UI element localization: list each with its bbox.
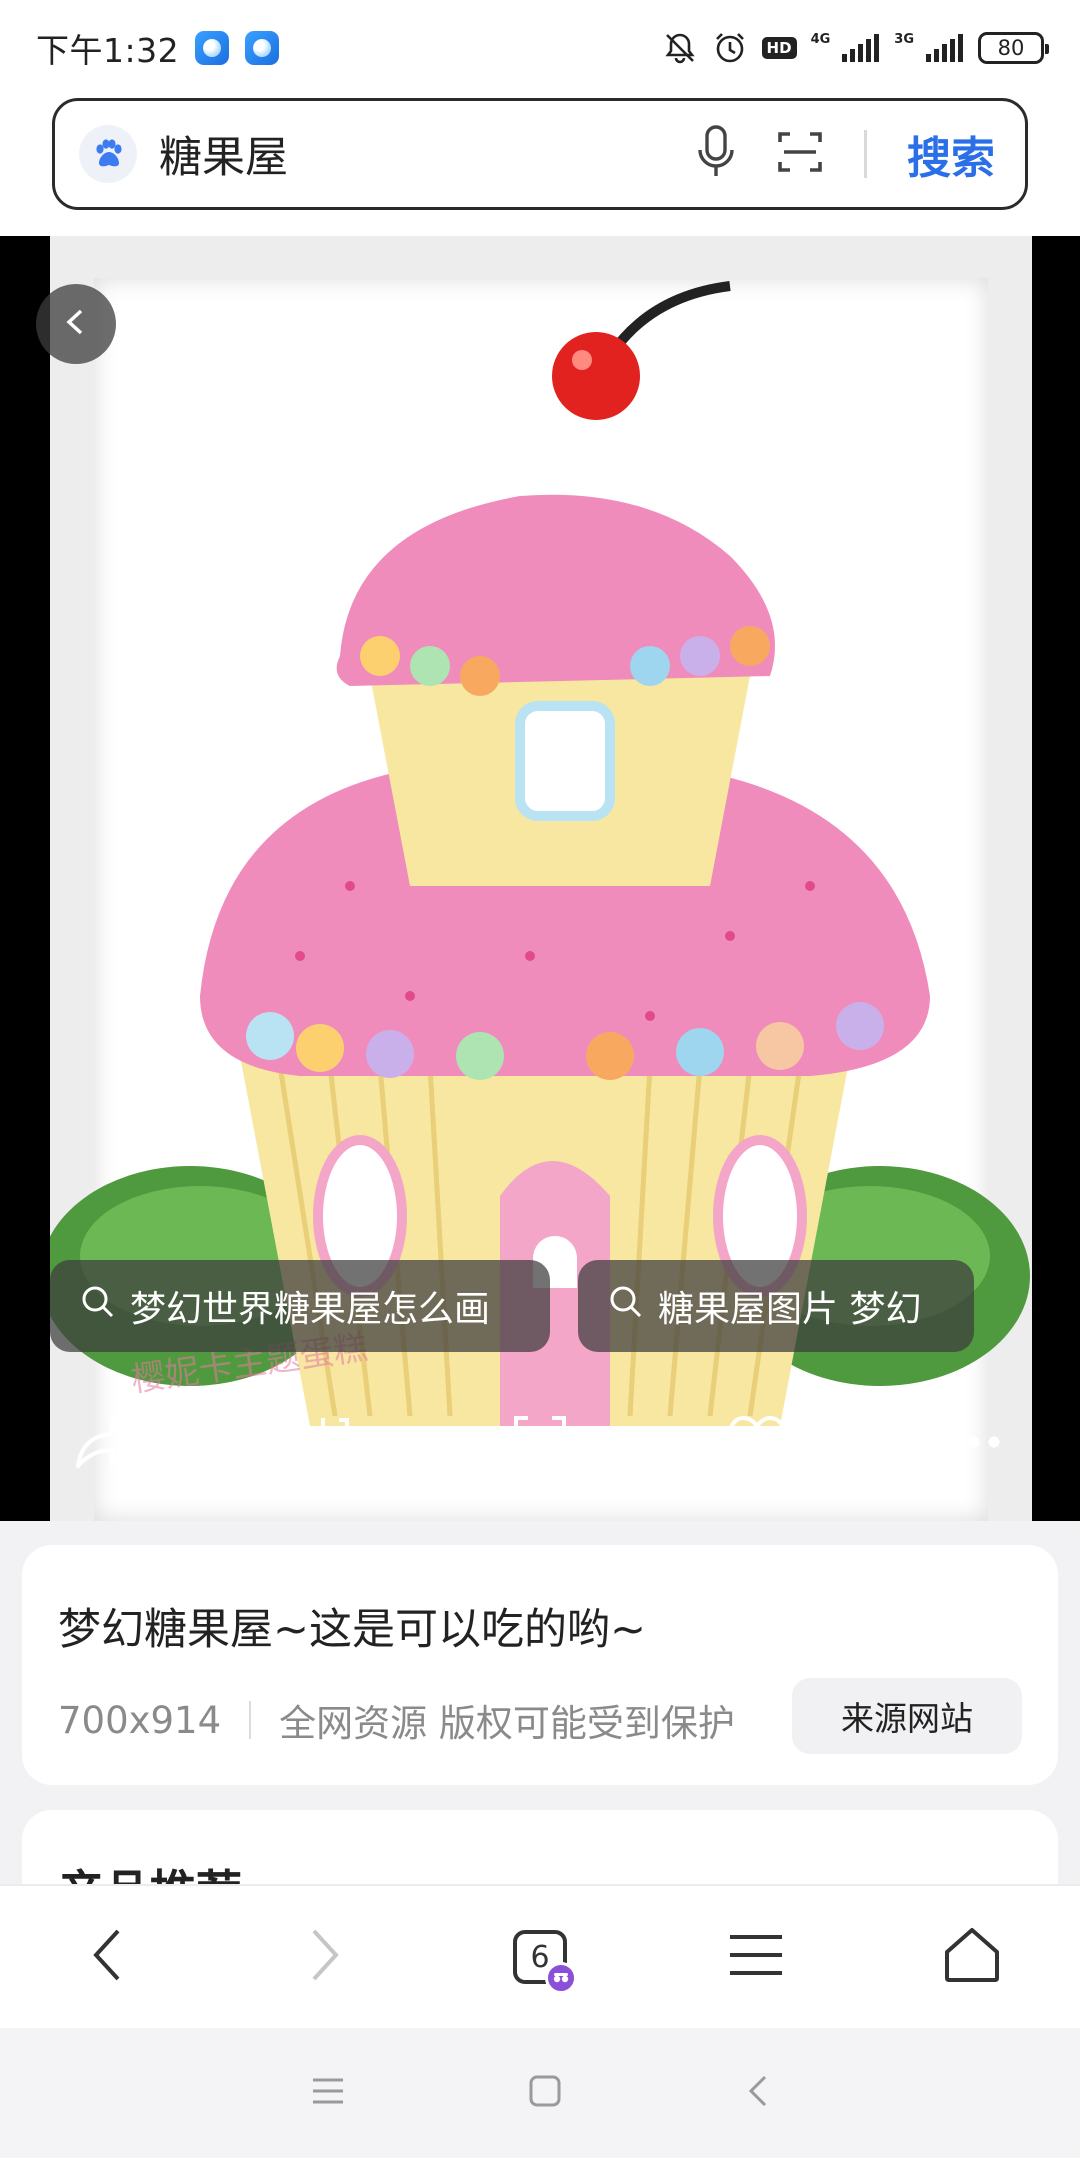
nav-forward-button[interactable]	[269, 1902, 379, 2012]
search-actions: 搜索	[696, 122, 995, 186]
chip-label: 糖果屋图片 梦幻	[658, 1289, 922, 1330]
search-header: 糖果屋 搜索	[0, 96, 1080, 236]
copyright-notice: 全网资源 版权可能受到保护	[279, 1702, 735, 1745]
image-info-card: 梦幻糖果屋~这是可以吃的哟~ 700x914 全网资源 版权可能受到保护 来源网…	[22, 1545, 1058, 1785]
image-meta: 700x914 全网资源 版权可能受到保护	[58, 1693, 735, 1747]
menu-icon	[728, 1933, 784, 1981]
image-viewer[interactable]: 樱妮卡主题蛋糕 梦幻世界糖果屋怎么画 糖果屋图片 梦幻	[0, 236, 1080, 1521]
status-bar: 下午1:32 HD 4G 3G 80	[0, 0, 1080, 96]
browser-bottom-nav: 6	[0, 1884, 1080, 2028]
home-button[interactable]	[917, 1902, 1027, 2012]
network-label-1: 4G	[810, 31, 831, 47]
battery-icon: 80	[978, 32, 1049, 64]
search-button[interactable]: 搜索	[907, 122, 995, 186]
back-chevron-icon	[59, 305, 93, 343]
download-icon[interactable]	[287, 1406, 359, 1478]
image-dimensions: 700x914	[58, 1698, 222, 1742]
hd-badge: HD	[761, 37, 797, 59]
related-search-chip[interactable]: 糖果屋图片 梦幻	[578, 1260, 974, 1352]
status-left: 下午1:32	[36, 24, 280, 72]
search-box[interactable]: 糖果屋 搜索	[52, 98, 1028, 210]
tabs-icon: 6	[513, 1930, 577, 1994]
nav-forward-icon	[304, 1927, 344, 1987]
search-icon	[80, 1284, 116, 1329]
incognito-icon	[545, 1962, 577, 1994]
image-title[interactable]: 梦幻糖果屋~这是可以吃的哟~	[58, 1595, 646, 1657]
search-icon	[608, 1284, 644, 1329]
alarm-icon	[712, 30, 748, 66]
heart-icon[interactable]	[721, 1406, 793, 1478]
visual-search-icon[interactable]	[504, 1406, 576, 1478]
system-back-icon[interactable]	[745, 2073, 769, 2113]
more-icon[interactable]	[938, 1406, 1010, 1478]
system-nav-bar	[0, 2028, 1080, 2158]
related-search-chip[interactable]: 梦幻世界糖果屋怎么画	[50, 1260, 550, 1352]
share-icon[interactable]	[70, 1406, 142, 1478]
chip-label: 梦幻世界糖果屋怎么画	[130, 1289, 491, 1330]
paw-icon[interactable]	[79, 125, 137, 183]
nav-back-icon	[88, 1927, 128, 1987]
system-home-icon[interactable]	[528, 2074, 562, 2112]
source-site-button[interactable]: 来源网站	[792, 1678, 1022, 1754]
meta-divider	[249, 1701, 252, 1739]
search-divider	[864, 130, 867, 178]
signal-icon	[840, 32, 880, 64]
tabs-button[interactable]: 6	[485, 1902, 595, 2012]
home-icon	[943, 1926, 1001, 1988]
back-button[interactable]	[36, 284, 116, 364]
related-search-chips: 梦幻世界糖果屋怎么画 糖果屋图片 梦幻	[50, 1260, 974, 1352]
app-notification-icon-2	[245, 31, 280, 65]
system-menu-icon[interactable]	[311, 2076, 345, 2110]
network-label-2: 3G	[894, 31, 914, 47]
signal-icon-2	[924, 32, 964, 64]
image-action-row	[70, 1398, 1010, 1486]
app-notification-icon	[195, 31, 230, 65]
menu-button[interactable]	[701, 1902, 811, 2012]
status-right: HD 4G 3G 80	[662, 30, 1049, 66]
search-input[interactable]: 糖果屋	[159, 123, 696, 185]
bell-muted-icon	[662, 30, 698, 66]
nav-back-button[interactable]	[53, 1902, 163, 2012]
scan-icon[interactable]	[776, 128, 824, 180]
status-time: 下午1:32	[36, 31, 180, 70]
microphone-icon[interactable]	[696, 124, 736, 184]
